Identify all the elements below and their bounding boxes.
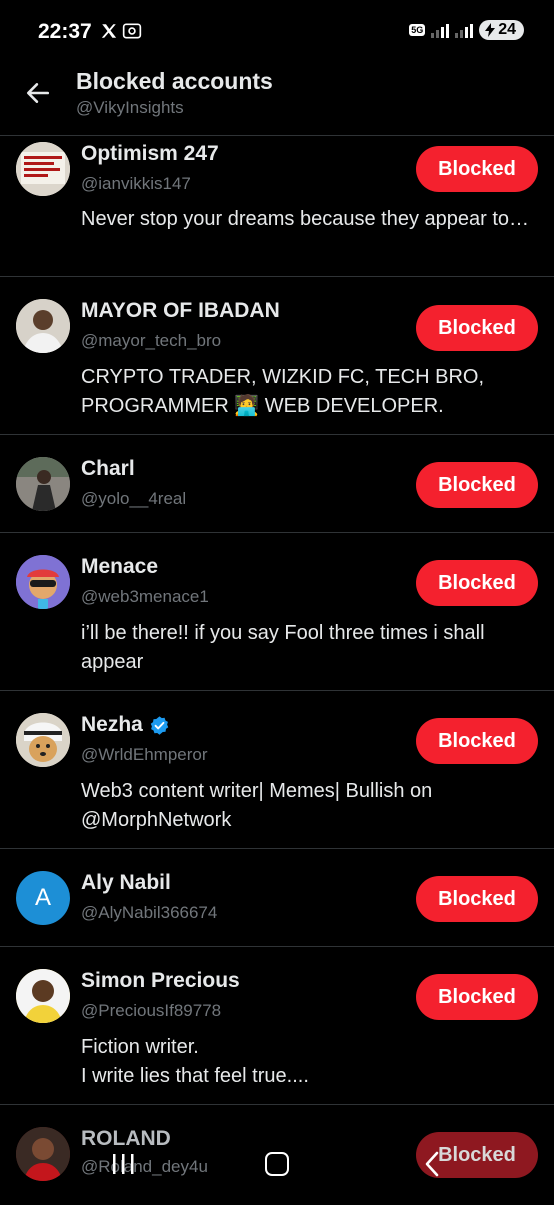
- avatar[interactable]: [16, 457, 70, 511]
- list-item[interactable]: Menace @web3menace1 i’ll be there!! if y…: [0, 533, 554, 691]
- nav-back-icon[interactable]: [422, 1150, 442, 1178]
- account-bio: CRYPTO TRADER, WIZKID FC, TECH BRO, PROG…: [81, 366, 485, 417]
- account-name[interactable]: Optimism 247: [81, 142, 219, 166]
- account-handle: @AlyNabil366674: [81, 903, 218, 922]
- x-logo-icon: [101, 24, 117, 38]
- account-name[interactable]: Nezha: [81, 713, 170, 737]
- account-handle: @yolo__4real: [81, 489, 187, 508]
- account-name[interactable]: Menace: [81, 555, 158, 579]
- status-icons: 5G 24: [409, 20, 524, 40]
- system-nav-bar: [0, 1130, 554, 1200]
- account-bio: i’ll be there!! if you say Fool three ti…: [81, 622, 485, 673]
- avatar[interactable]: [16, 969, 70, 1023]
- home-icon[interactable]: [265, 1152, 289, 1176]
- account-name[interactable]: Simon Precious: [81, 969, 240, 993]
- account-bio-line: Never stop your dreams because they appe…: [81, 208, 532, 230]
- signal-icon: [431, 22, 450, 38]
- blocked-button[interactable]: Blocked: [416, 560, 538, 606]
- blocked-accounts-list: Optimism 247 @ianvikkis147 Never stop yo…: [0, 136, 554, 1205]
- avatar[interactable]: A: [16, 871, 70, 925]
- list-item[interactable]: MAYOR OF IBADAN @mayor_tech_bro CRYPTO T…: [0, 277, 554, 435]
- cartoon-character-avatar-icon: [16, 555, 70, 609]
- list-item[interactable]: Nezha @WrldEhmperor Web3 content writer|…: [0, 691, 554, 849]
- status-bar: 22:37 5G 24: [0, 0, 554, 62]
- protest-sign-avatar-icon: [16, 142, 70, 196]
- list-item[interactable]: Optimism 247 @ianvikkis147 Never stop yo…: [0, 136, 554, 277]
- page-subtitle: @VikyInsights: [76, 98, 184, 117]
- account-name[interactable]: Aly Nabil: [81, 871, 171, 895]
- avatar[interactable]: [16, 142, 70, 196]
- account-bio: Never stop your dreams because they appe…: [81, 205, 532, 234]
- person-avatar-icon: [16, 299, 70, 353]
- avatar[interactable]: [16, 555, 70, 609]
- account-name[interactable]: MAYOR OF IBADAN: [81, 299, 280, 323]
- dog-avatar-icon: [16, 713, 70, 767]
- blocked-button[interactable]: Blocked: [416, 305, 538, 351]
- battery-indicator: 24: [479, 20, 524, 40]
- blocked-button[interactable]: Blocked: [416, 974, 538, 1020]
- account-name[interactable]: Charl: [81, 457, 135, 481]
- account-bio: Fiction writer. I write lies that feel t…: [81, 1036, 309, 1087]
- list-item[interactable]: Charl @yolo__4real Blocked: [0, 435, 554, 533]
- avatar[interactable]: [16, 299, 70, 353]
- person-avatar-icon: [16, 457, 70, 511]
- page-title: Blocked accounts: [76, 68, 273, 94]
- signal-icon-2: [455, 22, 474, 38]
- list-item[interactable]: A Aly Nabil @AlyNabil366674 Blocked: [0, 849, 554, 947]
- network-badge: 5G: [409, 24, 426, 36]
- account-bio: Web3 content writer| Memes| Bullish on @…: [81, 780, 433, 831]
- battery-level: 24: [498, 21, 516, 38]
- blocked-button[interactable]: Blocked: [416, 462, 538, 508]
- recent-apps-icon[interactable]: [108, 1152, 138, 1176]
- blocked-button[interactable]: Blocked: [416, 876, 538, 922]
- status-time: 22:37: [38, 20, 92, 43]
- verified-badge-icon: [150, 715, 169, 735]
- account-name-text: Nezha: [81, 713, 143, 736]
- avatar[interactable]: [16, 713, 70, 767]
- header: Blocked accounts @VikyInsights: [0, 62, 554, 136]
- avatar-letter: A: [34, 884, 51, 911]
- screen-capture-icon: [122, 23, 142, 39]
- list-item[interactable]: Simon Precious @PreciousIf89778 Fiction …: [0, 947, 554, 1105]
- account-handle: @web3menace1: [81, 587, 209, 606]
- charging-icon: [485, 23, 496, 37]
- person-avatar-icon: [16, 969, 70, 1023]
- account-handle: @ianvikkis147: [81, 174, 191, 193]
- back-arrow-icon[interactable]: [25, 80, 51, 106]
- account-handle: @WrldEhmperor: [81, 745, 208, 764]
- blocked-button[interactable]: Blocked: [416, 718, 538, 764]
- account-handle: @PreciousIf89778: [81, 1001, 222, 1020]
- blocked-button[interactable]: Blocked: [416, 146, 538, 192]
- account-handle: @mayor_tech_bro: [81, 331, 222, 350]
